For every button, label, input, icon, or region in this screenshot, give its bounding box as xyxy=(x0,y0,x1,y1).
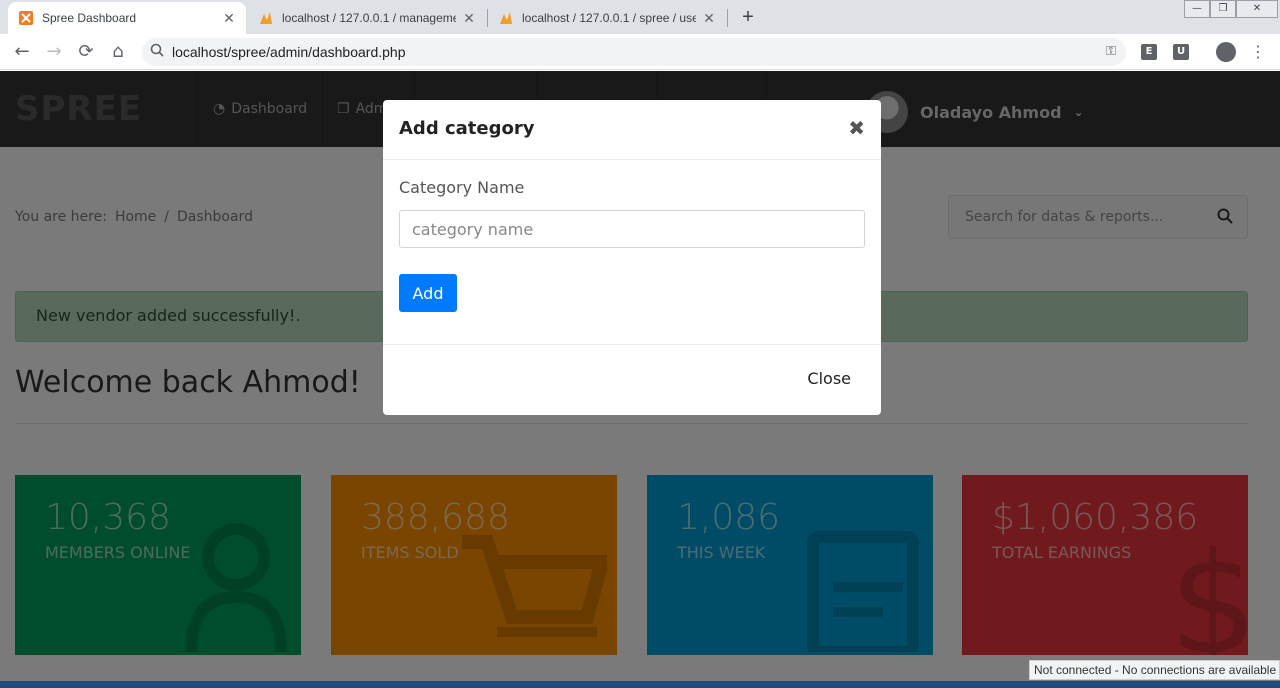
reload-button[interactable]: ⟳ xyxy=(74,40,98,64)
category-name-label: Category Name xyxy=(399,178,525,197)
close-tab-icon[interactable]: ✕ xyxy=(222,10,236,27)
minimize-window-button[interactable]: — xyxy=(1184,0,1210,18)
close-icon[interactable]: ✖ xyxy=(848,116,865,140)
address-bar[interactable]: localhost/spree/admin/dashboard.php ⚿ xyxy=(142,38,1126,66)
browser-menu-icon[interactable]: ⋮ xyxy=(1250,42,1266,62)
new-tab-button[interactable]: + xyxy=(738,6,758,28)
modal-header: Add category ✖ xyxy=(383,100,881,160)
tab-title: Spree Dashboard xyxy=(42,11,137,25)
tab-phpmyadmin-spree-users[interactable]: localhost / 127.0.0.1 / spree / use ✕ xyxy=(488,2,726,34)
modal-title: Add category xyxy=(399,118,535,139)
extension-e-icon[interactable]: E xyxy=(1141,44,1157,60)
forward-button[interactable]: → xyxy=(42,40,66,64)
key-icon[interactable]: ⚿ xyxy=(1106,44,1116,59)
tab-separator xyxy=(727,9,728,27)
close-window-button[interactable]: ✕ xyxy=(1236,0,1278,18)
xampp-icon xyxy=(18,10,34,26)
add-button[interactable]: Add xyxy=(399,274,457,312)
search-icon xyxy=(150,43,164,61)
phpmyadmin-icon xyxy=(258,10,274,26)
status-bubble: Not connected - No connections are avail… xyxy=(1029,660,1280,680)
modal-footer: Close xyxy=(383,344,881,415)
restore-window-button[interactable]: ❐ xyxy=(1210,0,1236,18)
phpmyadmin-icon xyxy=(498,10,514,26)
browser-toolbar: ← → ⟳ ⌂ localhost/spree/admin/dashboard.… xyxy=(0,34,1280,70)
back-button[interactable]: ← xyxy=(10,40,34,64)
home-button[interactable]: ⌂ xyxy=(106,40,130,64)
browser-tab-strip: Spree Dashboard ✕ localhost / 127.0.0.1 … xyxy=(0,0,1280,34)
close-tab-icon[interactable]: ✕ xyxy=(462,10,476,27)
url-text: localhost/spree/admin/dashboard.php xyxy=(172,44,406,60)
tab-spree-dashboard[interactable]: Spree Dashboard ✕ xyxy=(8,2,246,34)
profile-icon[interactable] xyxy=(1216,42,1236,62)
close-button[interactable]: Close xyxy=(807,369,851,388)
close-tab-icon[interactable]: ✕ xyxy=(702,10,716,27)
category-name-input[interactable] xyxy=(399,210,865,248)
tab-title: localhost / 127.0.0.1 / manageme xyxy=(282,11,456,25)
tab-phpmyadmin-management[interactable]: localhost / 127.0.0.1 / manageme ✕ xyxy=(248,2,486,34)
os-taskbar xyxy=(0,681,1280,688)
add-category-modal: Add category ✖ Category Name Add Close xyxy=(383,100,881,415)
tab-title: localhost / 127.0.0.1 / spree / use xyxy=(522,11,696,25)
extension-u-icon[interactable]: U xyxy=(1173,44,1189,60)
